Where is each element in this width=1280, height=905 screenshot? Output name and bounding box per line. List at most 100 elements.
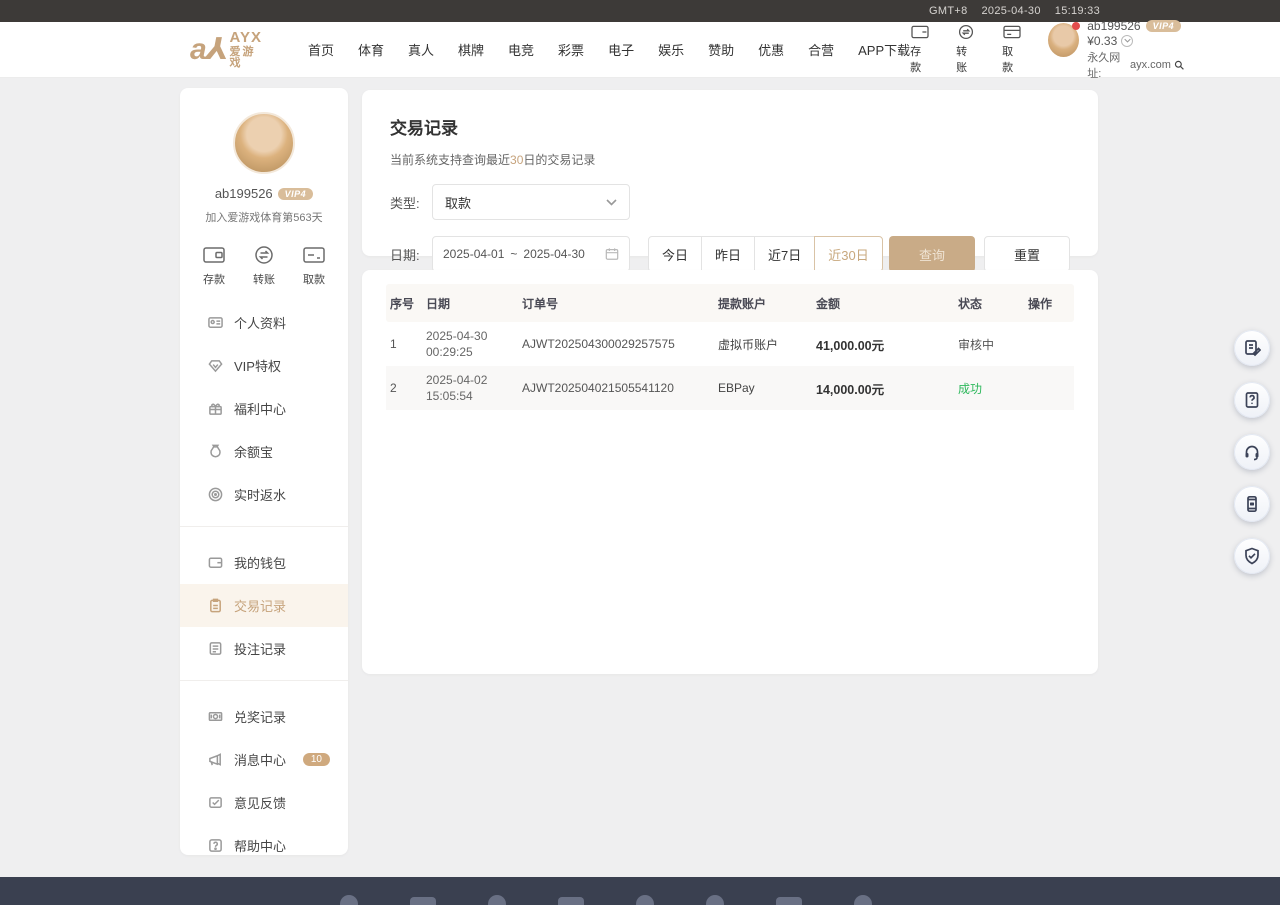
question-book-icon bbox=[1243, 391, 1261, 409]
sidebar-withdraw-label: 取款 bbox=[303, 271, 325, 287]
sidebar-item-transactions[interactable]: 交易记录 bbox=[180, 584, 348, 627]
transactions-table: 序号 日期 订单号 提款账户 金额 状态 操作 1 2025-04-30 00:… bbox=[386, 284, 1074, 410]
col-amount: 金额 bbox=[816, 295, 958, 312]
sidebar-divider bbox=[180, 526, 348, 527]
date-range-picker[interactable]: 2025-04-01 ~ 2025-04-30 bbox=[432, 236, 630, 272]
date-separator: ~ bbox=[510, 247, 517, 261]
cell-amount: 41,000.00元 bbox=[816, 335, 958, 354]
sidebar-withdraw-button[interactable]: 取款 bbox=[302, 245, 326, 287]
balance-dropdown-toggle[interactable] bbox=[1121, 35, 1133, 47]
megaphone-icon bbox=[208, 752, 223, 767]
brand-name-en: AYX bbox=[230, 30, 262, 45]
sidebar-item-profile[interactable]: 个人资料 bbox=[180, 301, 348, 344]
col-order-no: 订单号 bbox=[522, 295, 718, 312]
nav-item-home[interactable]: 首页 bbox=[308, 40, 334, 59]
cell-date: 2025-04-02 15:05:54 bbox=[426, 372, 522, 404]
quick-range-group: 今日 昨日 近7日 近30日 bbox=[648, 236, 883, 272]
feedback-icon bbox=[208, 795, 223, 810]
bank-card-icon bbox=[302, 245, 326, 265]
sidebar-item-welfare[interactable]: 福利中心 bbox=[180, 387, 348, 430]
transfer-icon bbox=[956, 24, 976, 40]
transfer-button[interactable]: 转账 bbox=[956, 24, 976, 75]
id-card-icon bbox=[208, 315, 223, 330]
bet-record-icon bbox=[208, 641, 223, 656]
sidebar-transfer-button[interactable]: 转账 bbox=[252, 245, 276, 287]
nav-item-promo[interactable]: 优惠 bbox=[758, 40, 784, 59]
nav-item-live[interactable]: 真人 bbox=[408, 40, 434, 59]
wallet-icon bbox=[202, 245, 226, 265]
faq-float-button[interactable] bbox=[1234, 382, 1270, 418]
sidebar-item-feedback[interactable]: 意见反馈 bbox=[180, 781, 348, 824]
range-today-button[interactable]: 今日 bbox=[648, 236, 702, 272]
sidebar-item-messages[interactable]: 消息中心 10 bbox=[180, 738, 348, 781]
survey-float-button[interactable] bbox=[1234, 330, 1270, 366]
nav-item-app-download[interactable]: APP下载 bbox=[858, 40, 910, 59]
current-date: 2025-04-30 bbox=[982, 5, 1041, 17]
sidebar-divider bbox=[180, 680, 348, 681]
search-button[interactable]: 查询 bbox=[889, 236, 975, 272]
nav-item-entertainment[interactable]: 娱乐 bbox=[658, 40, 684, 59]
footer-logo-strip bbox=[340, 895, 872, 905]
help-icon bbox=[208, 838, 223, 853]
vip-badge: VIP4 bbox=[1146, 20, 1182, 32]
permanent-url-label: 永久网址: bbox=[1087, 49, 1127, 81]
sidebar-item-prizes[interactable]: 兑奖记录 bbox=[180, 695, 348, 738]
date-label: 日期: bbox=[390, 245, 432, 264]
range-7days-button[interactable]: 近7日 bbox=[755, 236, 815, 272]
sidebar-item-rebate[interactable]: 实时返水 bbox=[180, 473, 348, 516]
deposit-button[interactable]: 存款 bbox=[910, 24, 930, 75]
customer-service-float-button[interactable] bbox=[1234, 434, 1270, 470]
headset-icon bbox=[1243, 443, 1261, 461]
cell-index: 2 bbox=[390, 381, 426, 395]
reset-button[interactable]: 重置 bbox=[984, 236, 1070, 272]
range-yesterday-button[interactable]: 昨日 bbox=[702, 236, 755, 272]
cell-status: 成功 bbox=[958, 380, 1028, 397]
partner-logo bbox=[854, 895, 872, 905]
partner-logo bbox=[706, 895, 724, 905]
profile-sidebar: ab199526 VIP4 加入爱游戏体育第563天 存款 转账 取款 个人资料 bbox=[180, 88, 348, 855]
balance-value: ¥0.33 bbox=[1087, 34, 1117, 48]
partner-logo bbox=[776, 897, 802, 905]
records-table-card: 序号 日期 订单号 提款账户 金额 状态 操作 1 2025-04-30 00:… bbox=[362, 270, 1098, 674]
app-download-float-button[interactable] bbox=[1234, 486, 1270, 522]
username: ab199526 bbox=[1087, 19, 1140, 33]
nav-item-lottery[interactable]: 彩票 bbox=[558, 40, 584, 59]
cell-order-no: AJWT202504021505541120 bbox=[522, 381, 718, 395]
nav-item-sponsor[interactable]: 赞助 bbox=[708, 40, 734, 59]
partner-logo bbox=[636, 895, 654, 905]
sidebar-item-bets[interactable]: 投注记录 bbox=[180, 627, 348, 670]
sidebar-deposit-label: 存款 bbox=[203, 271, 225, 287]
partner-logo bbox=[410, 897, 436, 905]
gift-icon bbox=[208, 401, 223, 416]
nav-item-slots[interactable]: 电子 bbox=[608, 40, 634, 59]
member-since-text: 加入爱游戏体育第563天 bbox=[180, 209, 348, 225]
chevron-down-icon bbox=[606, 199, 617, 206]
permanent-url-value: ayx.com bbox=[1130, 59, 1171, 71]
nav-item-esports[interactable]: 电竞 bbox=[508, 40, 534, 59]
withdraw-button[interactable]: 取款 bbox=[1002, 24, 1022, 75]
timezone-label: GMT+8 bbox=[929, 5, 967, 17]
sidebar-avatar[interactable] bbox=[233, 112, 295, 174]
nav-item-chess[interactable]: 棋牌 bbox=[458, 40, 484, 59]
sidebar-item-help[interactable]: 帮助中心 bbox=[180, 824, 348, 867]
range-30days-button[interactable]: 近30日 bbox=[814, 236, 882, 272]
current-time: 15:19:33 bbox=[1055, 5, 1100, 17]
sidebar-transfer-label: 转账 bbox=[253, 271, 275, 287]
verify-float-button[interactable] bbox=[1234, 538, 1270, 574]
search-icon[interactable] bbox=[1174, 59, 1184, 71]
cell-status: 审核中 bbox=[958, 336, 1028, 353]
col-account: 提款账户 bbox=[718, 295, 816, 312]
sidebar-item-wallet[interactable]: 我的钱包 bbox=[180, 541, 348, 584]
type-select[interactable]: 取款 bbox=[432, 184, 630, 220]
sidebar-item-yuebao[interactable]: 余额宝 bbox=[180, 430, 348, 473]
user-avatar[interactable] bbox=[1048, 23, 1079, 57]
brand-logo[interactable]: a⅄ AYX 爱游戏 bbox=[190, 30, 262, 69]
sidebar-deposit-button[interactable]: 存款 bbox=[202, 245, 226, 287]
col-action: 操作 bbox=[1028, 295, 1078, 312]
cell-order-no: AJWT202504300029257575 bbox=[522, 337, 718, 351]
footer-bar bbox=[0, 877, 1280, 905]
calendar-icon bbox=[605, 247, 619, 261]
nav-item-sports[interactable]: 体育 bbox=[358, 40, 384, 59]
nav-item-affiliate[interactable]: 合营 bbox=[808, 40, 834, 59]
sidebar-item-vip[interactable]: VIP特权 bbox=[180, 344, 348, 387]
